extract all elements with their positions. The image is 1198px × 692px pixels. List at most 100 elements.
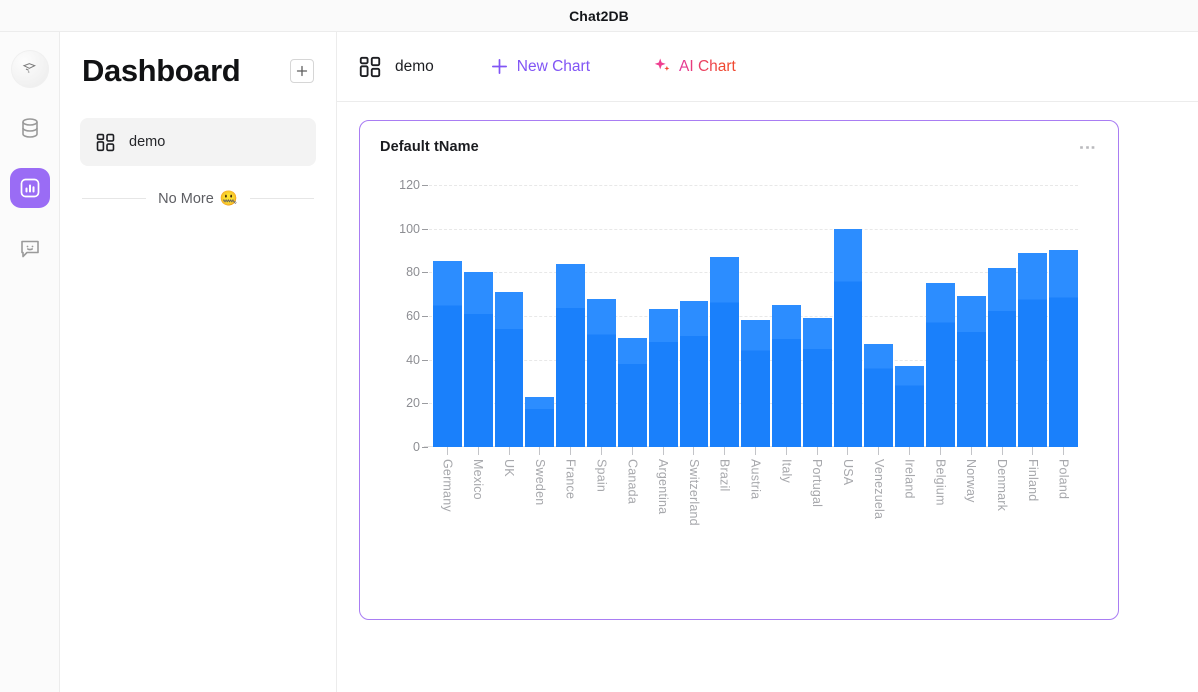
x-axis-tick-mark xyxy=(464,447,493,455)
app-title: Chat2DB xyxy=(569,8,629,24)
new-chart-label: New Chart xyxy=(517,58,590,76)
chat-bubble-icon[interactable] xyxy=(10,228,50,268)
plus-icon xyxy=(490,57,509,76)
x-axis-tick-mark xyxy=(1018,447,1047,455)
bar[interactable] xyxy=(988,268,1017,447)
x-axis-label-text: Norway xyxy=(964,459,978,594)
x-axis-label: Finland xyxy=(1018,459,1047,594)
x-axis-tick-mark xyxy=(988,447,1017,455)
bar-column[interactable] xyxy=(495,174,524,447)
bar-column[interactable] xyxy=(525,174,554,447)
x-axis-label: Belgium xyxy=(926,459,955,594)
bar-column[interactable] xyxy=(1049,174,1078,447)
y-axis-tick-mark xyxy=(422,272,428,273)
bar-column[interactable] xyxy=(772,174,801,447)
bar[interactable] xyxy=(895,366,924,447)
bar-column[interactable] xyxy=(649,174,678,447)
bar-column[interactable] xyxy=(556,174,585,447)
x-axis-label-text: Sweden xyxy=(533,459,547,594)
x-axis-label-text: Belgium xyxy=(933,459,947,594)
avatar[interactable] xyxy=(11,50,49,88)
tab-label: demo xyxy=(395,58,434,76)
bar-column[interactable] xyxy=(433,174,462,447)
x-axis-label: Brazil xyxy=(710,459,739,594)
x-axis-label: Italy xyxy=(772,459,801,594)
bar[interactable] xyxy=(649,309,678,447)
x-axis-label-text: Denmark xyxy=(995,459,1009,594)
bar[interactable] xyxy=(957,296,986,447)
bar-column[interactable] xyxy=(895,174,924,447)
bar-column[interactable] xyxy=(803,174,832,447)
bar-column[interactable] xyxy=(1018,174,1047,447)
bar-column[interactable] xyxy=(988,174,1017,447)
ai-chart-button[interactable]: AI Chart xyxy=(652,56,736,77)
page-title: Dashboard xyxy=(82,54,240,88)
x-axis-label-text: Mexico xyxy=(471,459,485,594)
bar[interactable] xyxy=(864,344,893,447)
bar-column[interactable] xyxy=(957,174,986,447)
bar[interactable] xyxy=(772,305,801,447)
bar-column[interactable] xyxy=(741,174,770,447)
x-axis-tick-mark xyxy=(864,447,893,455)
y-axis-tick-mark xyxy=(422,360,428,361)
bar-column[interactable] xyxy=(464,174,493,447)
y-axis-tick-label: 120 xyxy=(380,178,420,192)
x-axis-label: Switzerland xyxy=(680,459,709,594)
x-axis-label: France xyxy=(556,459,585,594)
bar-column[interactable] xyxy=(864,174,893,447)
y-axis-tick-mark xyxy=(422,185,428,186)
bar-column[interactable] xyxy=(618,174,647,447)
bar[interactable] xyxy=(1018,253,1047,447)
x-axis-label: Germany xyxy=(433,459,462,594)
x-axis-tick-mark xyxy=(618,447,647,455)
x-axis-label: Norway xyxy=(957,459,986,594)
x-axis-tick-mark xyxy=(525,447,554,455)
add-dashboard-button[interactable] xyxy=(290,59,314,83)
new-chart-button[interactable]: New Chart xyxy=(490,57,590,76)
bar-column[interactable] xyxy=(926,174,955,447)
bar[interactable] xyxy=(803,318,832,447)
sparkle-icon xyxy=(652,56,673,77)
chart-card[interactable]: Default tName ⋮ 020406080100120 GermanyM… xyxy=(359,120,1119,620)
zipper-mouth-emoji-icon: 🤐 xyxy=(220,190,238,207)
main-content: demo New Chart AI Chart xyxy=(337,32,1198,692)
x-axis-tick-mark xyxy=(680,447,709,455)
x-axis-tick-mark xyxy=(926,447,955,455)
y-axis-tick-label: 20 xyxy=(380,396,420,410)
bar[interactable] xyxy=(587,299,616,448)
x-axis-tick-mark xyxy=(495,447,524,455)
x-axis-label: USA xyxy=(834,459,863,594)
bar[interactable] xyxy=(926,283,955,447)
bar[interactable] xyxy=(464,272,493,447)
more-vertical-icon[interactable]: ⋮ xyxy=(1078,139,1096,156)
bar[interactable] xyxy=(741,320,770,447)
x-axis-label: Austria xyxy=(741,459,770,594)
tab-demo[interactable]: demo xyxy=(359,56,434,78)
bar[interactable] xyxy=(680,301,709,447)
database-icon[interactable] xyxy=(10,108,50,148)
y-axis-tick-label: 0 xyxy=(380,440,420,454)
bar[interactable] xyxy=(834,229,863,447)
grid-icon xyxy=(96,133,115,152)
x-axis-tick-mark xyxy=(895,447,924,455)
bar-column[interactable] xyxy=(587,174,616,447)
list-item[interactable]: demo xyxy=(80,118,316,166)
x-axis-ticks xyxy=(433,447,1078,455)
x-axis-label: Ireland xyxy=(895,459,924,594)
bar[interactable] xyxy=(710,257,739,447)
bar-column[interactable] xyxy=(834,174,863,447)
bar-column[interactable] xyxy=(710,174,739,447)
x-axis-label: Sweden xyxy=(525,459,554,594)
x-axis-label-text: UK xyxy=(502,459,516,594)
bar-column[interactable] xyxy=(680,174,709,447)
dashboard-icon[interactable] xyxy=(10,168,50,208)
x-axis-label-text: Canada xyxy=(625,459,639,594)
bar[interactable] xyxy=(495,292,524,447)
x-axis-label-text: Venezuela xyxy=(872,459,886,594)
bar[interactable] xyxy=(525,397,554,447)
bar[interactable] xyxy=(618,338,647,447)
bar[interactable] xyxy=(1049,250,1078,447)
bar[interactable] xyxy=(556,264,585,447)
y-axis-tick-mark xyxy=(422,316,428,317)
bar[interactable] xyxy=(433,261,462,447)
